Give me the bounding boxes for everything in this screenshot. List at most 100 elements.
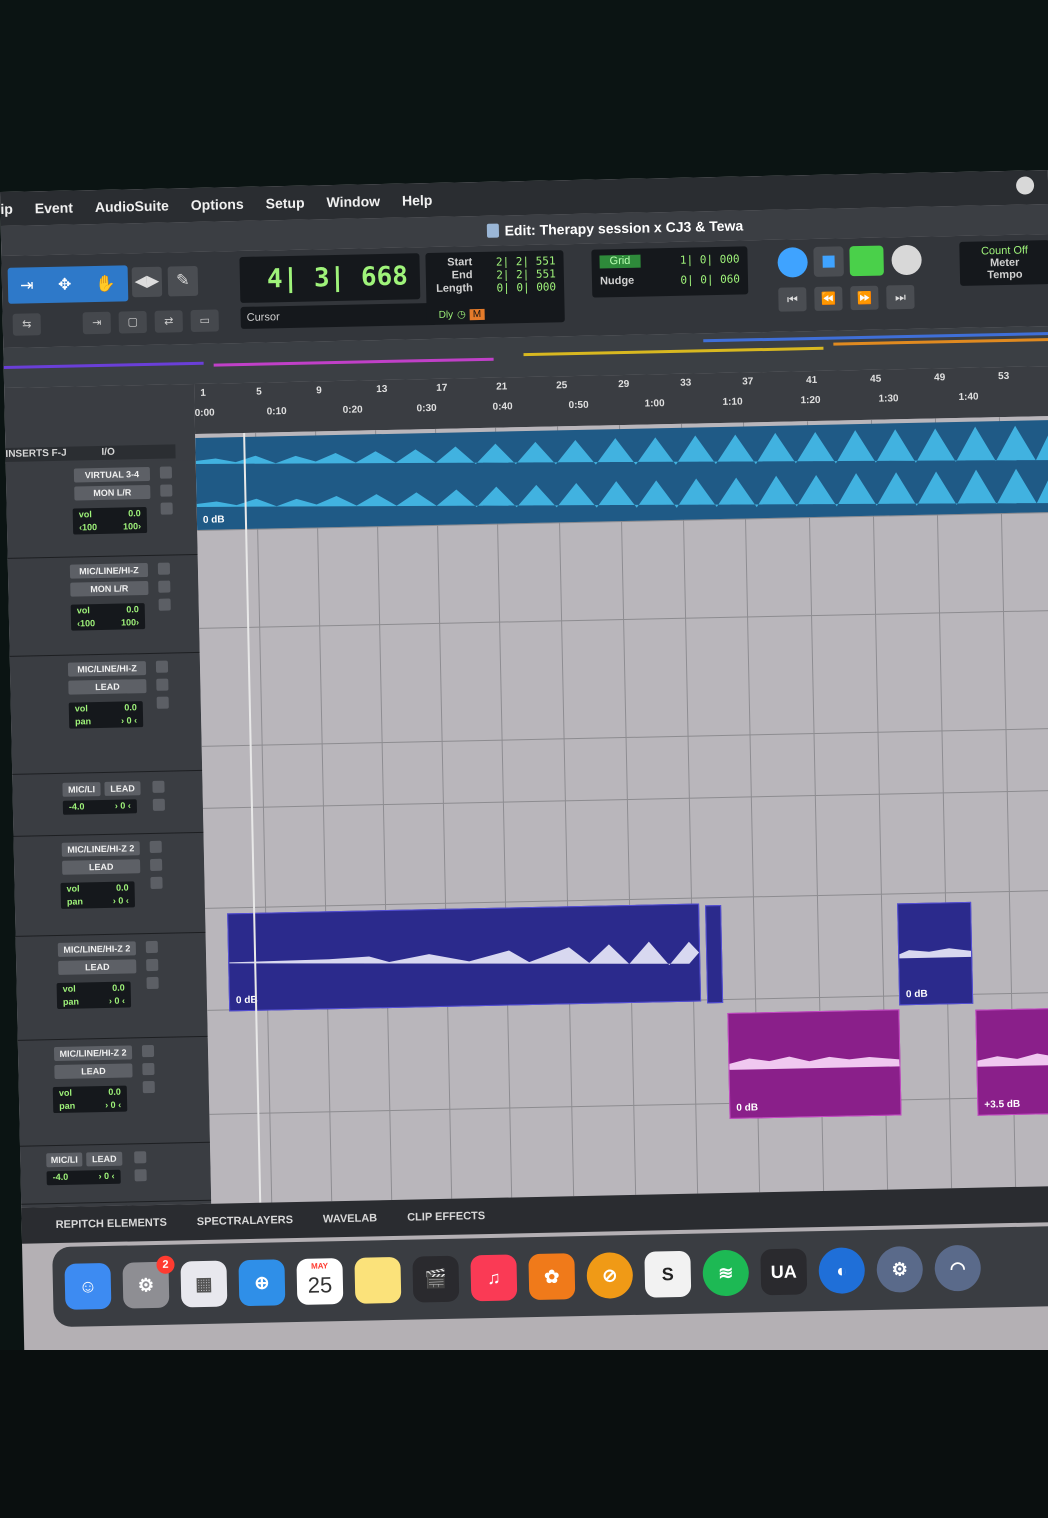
system-settings-icon[interactable]: ⚙ 2 (122, 1255, 175, 1309)
add-insert-icon[interactable] (156, 696, 169, 709)
track-row[interactable]: MIC/LINE/HI-Z 2 LEAD vol 0.0 pan › 0 ‹ (17, 1037, 210, 1147)
menu-help[interactable]: Help (402, 192, 433, 209)
track-option-icon[interactable] (134, 1169, 147, 1182)
track-option-icon[interactable] (158, 580, 171, 593)
tab-wavelab[interactable]: WAVELAB (323, 1212, 377, 1225)
audio-clip-vocal[interactable]: 0 dB (227, 903, 702, 1012)
menubar-status-icon[interactable] (1015, 176, 1035, 195)
playhead-cursor[interactable] (242, 415, 262, 1204)
track-option-icon[interactable] (160, 484, 173, 497)
go-to-end-button[interactable]: ⏭ (886, 284, 915, 310)
output-selector[interactable]: LEAD (68, 679, 147, 695)
track-option-icon[interactable] (141, 1044, 155, 1058)
fast-forward-button[interactable]: ⏩ (850, 285, 879, 311)
track-option-icon[interactable] (152, 780, 165, 793)
ua-connect-icon[interactable]: UA (760, 1248, 808, 1296)
record-button[interactable] (891, 244, 922, 276)
track-option-icon[interactable] (146, 958, 159, 972)
final-cut-icon[interactable]: 🎬 (412, 1255, 460, 1303)
online-icon[interactable] (777, 247, 808, 278)
audio-clip-vocal[interactable]: 0 dB (897, 901, 974, 1006)
volume-readout[interactable]: vol 0.0 ‹100 100› (70, 603, 146, 631)
track-option-icon[interactable] (149, 840, 162, 854)
volume-readout[interactable]: vol 0.0 pan › 0 ‹ (56, 981, 132, 1009)
track-row[interactable]: VIRTUAL 3-4 MON L/R vol 0.0 ‹100 100› (5, 459, 198, 559)
track-row[interactable]: MIC/LINE/HI-Z 2 LEAD vol 0.0 pan › 0 ‹ (13, 833, 206, 937)
volume-readout[interactable]: -4.0 › 0 ‹ (62, 799, 138, 815)
safari-icon[interactable]: ⊕ (238, 1259, 286, 1307)
main-counter[interactable]: 4| 3| 668 (239, 253, 421, 303)
uad-console-icon[interactable]: ⚙ (876, 1245, 924, 1293)
grid-value[interactable]: 1| 0| 000 (680, 253, 740, 267)
output-selector[interactable]: LEAD (104, 781, 141, 796)
tab-to-transient-button[interactable]: ⇥ (82, 311, 111, 335)
rewind-button[interactable]: ⏪ (814, 286, 843, 311)
tab-spectralayers[interactable]: SPECTRALAYERS (197, 1214, 293, 1228)
audio-clip-short[interactable] (705, 905, 724, 1004)
selector-tool-icon[interactable]: ✥ (58, 275, 72, 295)
return-to-zero-button[interactable]: ⏮ (778, 287, 807, 312)
input-selector[interactable]: VIRTUAL 3-4 (73, 466, 151, 483)
mirror-midi-button[interactable]: ▢ (118, 310, 147, 334)
calendar-icon[interactable]: MAY 25 (296, 1258, 344, 1306)
insertion-follows-button[interactable]: ▭ (190, 309, 219, 333)
add-insert-icon[interactable] (142, 1080, 155, 1094)
end-value[interactable]: 2| 2| 551 (496, 267, 556, 281)
audio-clip-beat[interactable]: 0 dB (195, 419, 1048, 530)
track-option-icon[interactable] (134, 1151, 147, 1164)
output-selector[interactable]: MON L/R (70, 580, 149, 597)
output-selector[interactable]: LEAD (86, 1151, 123, 1167)
edit-timeline[interactable]: 0 dB 0 dB 0 dB 0 dB +3.5 dB (195, 415, 1048, 1204)
track-row[interactable]: MIC/LINE/HI-Z 2 LEAD vol 0.0 pan › 0 ‹ (15, 933, 208, 1041)
scrubber-tool-icon[interactable]: ◀▶ (131, 266, 163, 298)
volume-readout[interactable]: vol 0.0 pan › 0 ‹ (68, 701, 144, 729)
trim-tool-icon[interactable]: ⇥ (20, 275, 34, 295)
add-insert-icon[interactable] (146, 976, 159, 990)
zoom-toggle-button[interactable]: ⇆ (12, 313, 42, 336)
m-button[interactable]: M (469, 308, 485, 321)
output-selector[interactable]: MON L/R (74, 484, 151, 501)
play-button[interactable] (849, 245, 884, 277)
volume-readout[interactable]: vol 0.0 pan › 0 ‹ (52, 1085, 128, 1114)
volume-readout[interactable]: -4.0 › 0 ‹ (46, 1169, 121, 1186)
track-option-icon[interactable] (155, 660, 169, 673)
input-selector[interactable]: MIC/LI (46, 1152, 83, 1168)
output-selector[interactable]: LEAD (58, 959, 137, 975)
input-selector[interactable]: MIC/LINE/HI-Z (67, 661, 147, 677)
audio-app-icon[interactable]: ⊘ (586, 1251, 634, 1299)
finder-icon[interactable]: ☺ (64, 1262, 112, 1310)
track-option-icon[interactable] (145, 940, 158, 954)
clip-gain-label[interactable]: +3.5 dB (984, 1099, 1020, 1111)
shortcut-app-icon[interactable]: S (644, 1250, 692, 1298)
clip-gain-label[interactable]: 0 dB (906, 989, 928, 1000)
clip-gain-label[interactable]: 0 dB (736, 1102, 758, 1113)
menu-audiosuite[interactable]: AudioSuite (95, 197, 169, 215)
pencil-tool-icon[interactable]: ✎ (167, 265, 199, 297)
volume-readout[interactable]: vol 0.0 ‹100 100› (72, 506, 148, 535)
menu-clip[interactable]: ip (0, 201, 13, 217)
track-option-icon[interactable] (159, 466, 173, 479)
add-insert-icon[interactable] (150, 876, 163, 889)
add-insert-icon[interactable] (160, 502, 173, 515)
music-icon[interactable]: ♫ (470, 1254, 518, 1302)
add-insert-icon[interactable] (158, 598, 171, 611)
track-option-icon[interactable] (150, 858, 163, 872)
grabber-tool-icon[interactable]: ✋ (96, 274, 116, 294)
tab-repitch-elements[interactable]: REPITCH ELEMENTS (56, 1217, 167, 1231)
pro-tools-icon[interactable]: ◐ (818, 1247, 866, 1295)
start-value[interactable]: 2| 2| 551 (496, 254, 556, 268)
menu-setup[interactable]: Setup (265, 195, 304, 212)
track-row[interactable]: MIC/LINE/HI-Z LEAD vol 0.0 pan › 0 ‹ (9, 653, 203, 775)
stop-button[interactable] (813, 246, 844, 277)
link-track-button[interactable]: ⇄ (154, 310, 183, 333)
fl-studio-icon[interactable]: ✿ (528, 1253, 576, 1301)
tempo-label[interactable]: Tempo (960, 268, 1048, 282)
track-option-icon[interactable] (152, 798, 165, 811)
track-option-icon[interactable] (156, 678, 169, 691)
nudge-value[interactable]: 0| 0| 060 (680, 273, 740, 287)
audio-clip-adlib[interactable]: 0 dB (727, 1009, 902, 1119)
length-value[interactable]: 0| 0| 000 (496, 280, 556, 294)
input-selector[interactable]: MIC/LINE/HI-Z 2 (53, 1045, 133, 1062)
input-selector[interactable]: MIC/LINE/HI-Z 2 (61, 841, 140, 857)
input-selector[interactable]: MIC/LINE/HI-Z 2 (57, 941, 137, 957)
